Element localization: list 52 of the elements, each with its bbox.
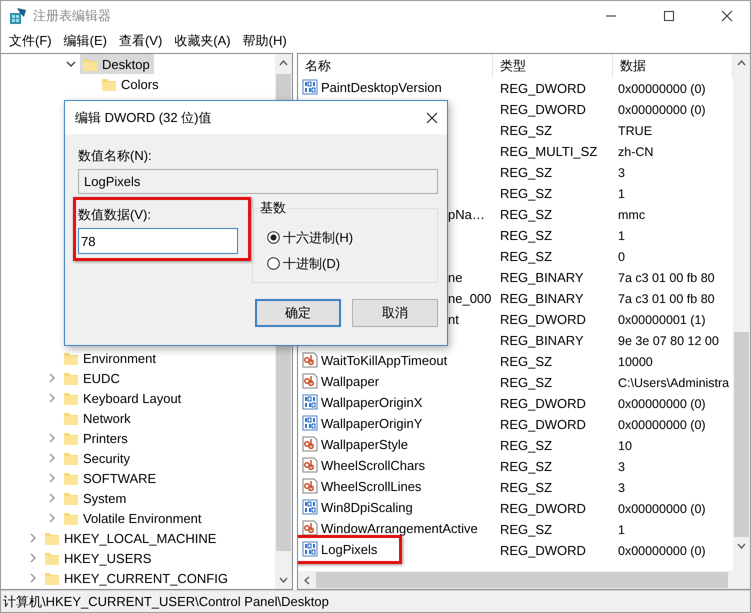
value-type: REG_DWORD xyxy=(500,81,586,96)
value-data: 9e 3e 07 80 12 00 xyxy=(618,334,719,348)
value-type: REG_SZ xyxy=(500,480,552,495)
value-data: zh-CN xyxy=(618,144,654,158)
value-type: REG_SZ xyxy=(500,228,552,243)
value-type: REG_DWORD xyxy=(500,543,586,558)
value-type: REG_SZ xyxy=(500,438,552,453)
value-data: 0x00000000 (0) xyxy=(618,82,706,96)
window-title: 注册表编辑器 xyxy=(33,7,112,25)
value-data: 0x00000000 (0) xyxy=(618,102,706,116)
value-type: REG_SZ xyxy=(500,459,552,474)
value-data: 1 xyxy=(618,186,625,200)
value-data: 0x00000000 (0) xyxy=(618,418,706,432)
value-type: REG_SZ xyxy=(500,249,552,264)
dialog-title: 编辑 DWORD (32 位)值 xyxy=(75,108,212,126)
status-bar: 计算机\HKEY_CURRENT_USER\Control Panel\Desktop xyxy=(1,590,750,612)
value-type: REG_BINARY xyxy=(500,270,584,285)
value-data: TRUE xyxy=(618,124,652,138)
value-data: 7a c3 01 00 fb 80 xyxy=(618,292,715,306)
value-data: C:\Users\Administra xyxy=(618,376,730,390)
value-type: REG_SZ xyxy=(500,522,552,537)
value-type: REG_DWORD xyxy=(500,417,586,432)
value-data: 3 xyxy=(618,480,625,494)
value-type: REG_BINARY xyxy=(500,333,584,348)
value-type: REG_MULTI_SZ xyxy=(500,144,598,159)
value-data: 10000 xyxy=(618,354,653,368)
value-type: REG_DWORD xyxy=(500,396,586,411)
value-data: 0x00000000 (0) xyxy=(618,544,706,558)
field-label: 数值数据(V): xyxy=(78,206,152,224)
value-data: 0x00000000 (0) xyxy=(618,396,706,410)
value-type: REG_DWORD xyxy=(500,312,586,327)
value-type: REG_SZ xyxy=(500,186,552,201)
value-data: 1 xyxy=(618,228,625,242)
field-label: 数值名称(N): xyxy=(78,147,153,165)
value-type: REG_SZ xyxy=(500,123,552,138)
value-type: REG_SZ xyxy=(500,207,552,222)
value-data: 3 xyxy=(618,460,625,474)
value-data: 0x00000000 (0) xyxy=(618,502,706,516)
value-data: 0x00000001 (1) xyxy=(618,312,706,326)
value-data: 7a c3 01 00 fb 80 xyxy=(618,270,715,284)
value-data: 3 xyxy=(618,166,625,180)
value-type: REG_DWORD xyxy=(500,102,586,117)
value-data: 10 xyxy=(618,438,632,452)
value-type: REG_DWORD xyxy=(500,501,586,516)
value-type: REG_SZ xyxy=(500,375,552,390)
value-data: 1 xyxy=(618,522,625,536)
value-type: REG_BINARY xyxy=(500,291,584,306)
value-type: REG_SZ xyxy=(500,165,552,180)
value-data: mmc xyxy=(618,208,646,222)
value-type: REG_SZ xyxy=(500,354,552,369)
value-data: 0 xyxy=(618,250,625,264)
group-label: 基数 xyxy=(258,199,288,217)
